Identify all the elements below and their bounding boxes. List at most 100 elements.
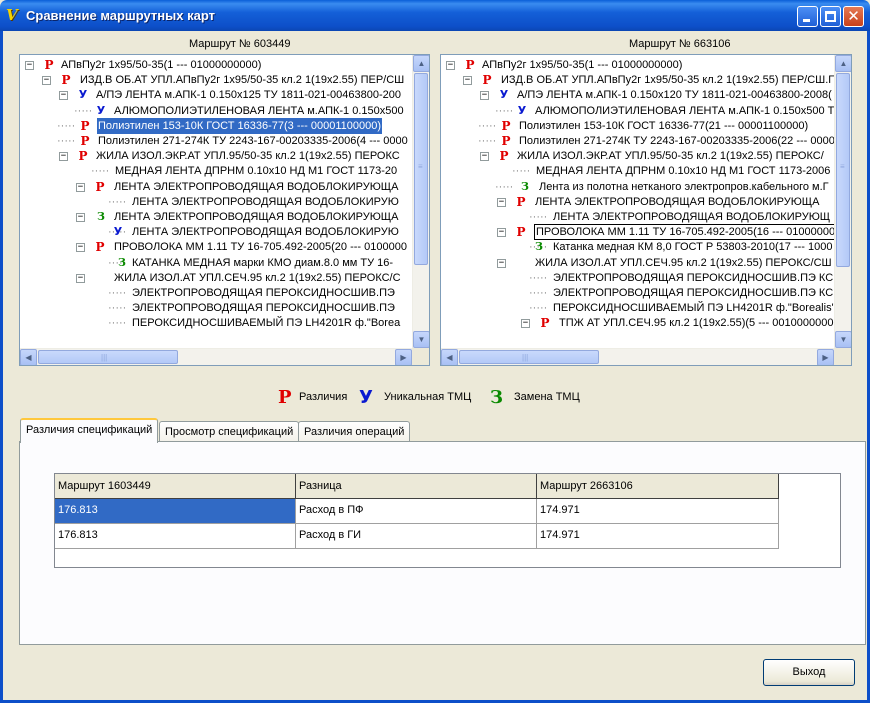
differences-grid[interactable]: Маршрут 1603449 Разница Маршрут 2663106 …	[54, 473, 841, 568]
tree-node[interactable]: ····· P Полиэтилен 271-274К ТУ 2243-167-00…	[441, 133, 834, 149]
collapse-toggle-icon[interactable]: −	[446, 61, 455, 70]
tree-node[interactable]: ····· МЕДНАЯ ЛЕНТА ДПРНМ 0.10х10 НД М1 ГО…	[20, 163, 412, 179]
tree-node-label[interactable]: ЖИЛА ИЗОЛ.ЭКР.АТ УПЛ.95/50-35 кл.2 1(19х…	[95, 148, 401, 164]
tree-node[interactable]: − P ПРОВОЛОКА ММ 1.11 ТУ 16-705.492-2005(1…	[441, 224, 834, 241]
tree-node[interactable]: ····· ЛЕНТА ЭЛЕКТРОПРОВОДЯЩАЯ ВОДОБЛОКИРУ…	[20, 194, 412, 210]
exit-button[interactable]: Выход	[763, 659, 855, 686]
tree-node-label[interactable]: АПвПу2г 1х95/50-35(1 --- 01000000000)	[60, 57, 262, 73]
right-tree-vscrollbar[interactable]: ▲ ≡ ▼	[834, 55, 851, 348]
tree-node[interactable]: − P ПРОВОЛОКА ММ 1.11 ТУ 16-705.492-2005(2…	[20, 239, 412, 255]
collapse-toggle-icon[interactable]: −	[42, 76, 51, 86]
tree-node-label[interactable]: ЛЕНТА ЭЛЕКТРОПРОВОДЯЩАЯ ВОДОБЛОКИРУЮ	[131, 224, 400, 240]
left-route-tree[interactable]: − P АПвПу2г 1х95/50-35(1 --- 01000000000) −…	[19, 54, 430, 366]
tree-node-label[interactable]: Полиэтилен 271-274К ТУ 2243-167-00203335…	[97, 133, 409, 149]
tree-node-label[interactable]: АЛЮМОПОЛИЭТИЛЕНОВАЯ ЛЕНТА м.АПК-1 0.150х…	[113, 103, 405, 119]
left-tree-body[interactable]: − P АПвПу2г 1х95/50-35(1 --- 01000000000) −…	[20, 55, 412, 348]
tree-node-label[interactable]: ЖИЛА ИЗОЛ.ЭКР.АТ УПЛ.95/50-35 кл.2 1(19х…	[516, 148, 825, 164]
tree-node-label[interactable]: ЭЛЕКТРОПРОВОДЯЩАЯ ПЕРОКСИДНОСШИВ.ПЭ КС	[552, 285, 834, 301]
tree-node-label[interactable]: ИЗД.В ОБ.АТ УПЛ.АПвПу2г 1х95/50-35 кл.2 …	[500, 72, 834, 88]
tree-node-label[interactable]: АЛЮМОПОЛИЭТИЛЕНОВАЯ ЛЕНТА м.АПК-1 0.150х…	[534, 103, 834, 119]
tree-node[interactable]: − P ИЗД.В ОБ.АТ УПЛ.АПвПу2г 1х95/50-35 кл.…	[441, 72, 834, 88]
tree-node[interactable]: ····· МЕДНАЯ ЛЕНТА ДПРНМ 0.10х10 НД М1 ГО…	[441, 163, 834, 179]
grid-cell[interactable]: 174.971	[537, 499, 779, 524]
close-button[interactable]: ✕	[843, 6, 864, 27]
collapse-toggle-icon[interactable]: −	[76, 182, 85, 192]
tree-node[interactable]: − P ЖИЛА ИЗОЛ.ЭКР.АТ УПЛ.95/50-35 кл.2 1(1…	[441, 148, 834, 164]
collapse-toggle-icon[interactable]: −	[497, 258, 506, 268]
tree-node[interactable]: ····· У ЛЕНТА ЭЛЕКТРОПРОВОДЯЩАЯ ВОДОБЛОКИР…	[20, 224, 412, 240]
scroll-thumb[interactable]: ≡	[836, 73, 850, 267]
collapse-toggle-icon[interactable]: −	[76, 213, 85, 222]
tree-node[interactable]: ····· У АЛЮМОПОЛИЭТИЛЕНОВАЯ ЛЕНТА м.АПК-1 …	[20, 103, 412, 119]
tree-node-label[interactable]: ЭЛЕКТРОПРОВОДЯЩАЯ ПЕРОКСИДНОСШИВ.ПЭ	[131, 300, 396, 316]
collapse-toggle-icon[interactable]: −	[25, 61, 34, 70]
tree-node[interactable]: ····· P Полиэтилен 153-10К ГОСТ 16336-77(3…	[20, 116, 412, 135]
collapse-toggle-icon[interactable]: −	[463, 76, 472, 86]
scroll-right-button[interactable]: ▶	[817, 349, 834, 365]
tree-node-label[interactable]: ИЗД.В ОБ.АТ УПЛ.АПвПу2г 1х95/50-35 кл.2 …	[79, 72, 405, 88]
tree-node-label[interactable]: А/ПЭ ЛЕНТА м.АПК-1 0.150х125 ТУ 1811-021…	[95, 87, 402, 103]
tree-node-label[interactable]: ЛЕНТА ЭЛЕКТРОПРОВОДЯЩАЯ ВОДОБЛОКИРУЮЩА	[113, 179, 399, 195]
grid-cell[interactable]: 176.813	[55, 499, 296, 524]
tree-node-label[interactable]: АПвПу2г 1х95/50-35(1 --- 01000000000)	[481, 57, 683, 73]
tree-node-label[interactable]: ПРОВОЛОКА ММ 1.11 ТУ 16-705.492-2005(16 …	[534, 224, 834, 241]
tree-node[interactable]: − P ЛЕНТА ЭЛЕКТРОПРОВОДЯЩАЯ ВОДОБЛОКИРУЮЩА	[20, 179, 412, 195]
tree-node-label[interactable]: МЕДНАЯ ЛЕНТА ДПРНМ 0.10х10 НД М1 ГОСТ 11…	[114, 163, 398, 179]
scroll-left-button[interactable]: ◀	[20, 349, 37, 365]
scroll-thumb[interactable]: ≡	[414, 73, 428, 265]
tree-node-label[interactable]: ЖИЛА ИЗОЛ.АТ УПЛ.СЕЧ.95 кл.2 1(19х2.55) …	[113, 270, 402, 286]
tree-node-label[interactable]: А/ПЭ ЛЕНТА м.АПК-1 0.150х120 ТУ 1811-021…	[516, 87, 833, 103]
tree-node-label[interactable]: ПРОВОЛОКА ММ 1.11 ТУ 16-705.492-2005(20 …	[113, 239, 408, 255]
scroll-up-button[interactable]: ▲	[413, 55, 429, 72]
grid-cell[interactable]: 174.971	[537, 524, 779, 549]
tree-node[interactable]: − У А/ПЭ ЛЕНТА м.АПК-1 0.150х120 ТУ 1811-0…	[441, 87, 834, 103]
tree-node-label[interactable]: ЛЕНТА ЭЛЕКТРОПРОВОДЯЩАЯ ВОДОБЛОКИРУЮ	[131, 194, 400, 210]
tree-node[interactable]: ····· ЭЛЕКТРОПРОВОДЯЩАЯ ПЕРОКСИДНОСШИВ.ПЭ…	[441, 270, 834, 286]
scroll-up-button[interactable]: ▲	[835, 55, 851, 72]
left-tree-hscrollbar[interactable]: ◀ ||| ▶	[20, 348, 412, 365]
left-tree-vscrollbar[interactable]: ▲ ≡ ▼	[412, 55, 429, 348]
tree-node[interactable]: ····· ЭЛЕКТРОПРОВОДЯЩАЯ ПЕРОКСИДНОСШИВ.ПЭ	[20, 285, 412, 301]
tree-node[interactable]: ····· У АЛЮМОПОЛИЭТИЛЕНОВАЯ ЛЕНТА м.АПК-1 …	[441, 103, 834, 119]
maximize-button[interactable]	[820, 6, 841, 27]
grid-cell[interactable]: 176.813	[55, 524, 296, 549]
tree-node-label[interactable]: ЭЛЕКТРОПРОВОДЯЩАЯ ПЕРОКСИДНОСШИВ.ПЭ	[131, 285, 396, 301]
tree-node-label[interactable]: Полиэтилен 271-274К ТУ 2243-167-00203335…	[518, 133, 834, 149]
tree-node[interactable]: − P АПвПу2г 1х95/50-35(1 --- 01000000000)	[441, 57, 834, 73]
tree-node[interactable]: ····· P Полиэтилен 271-274К ТУ 2243-167-00…	[20, 133, 412, 149]
scroll-down-button[interactable]: ▼	[413, 331, 429, 348]
tree-node-label[interactable]: ЭЛЕКТРОПРОВОДЯЩАЯ ПЕРОКСИДНОСШИВ.ПЭ КС	[552, 270, 834, 286]
tree-node[interactable]: ····· ПЕРОКСИДНОСШИВАЕМЫЙ ПЭ LH4201R ф."B…	[441, 300, 834, 316]
right-tree-hscrollbar[interactable]: ◀ ||| ▶	[441, 348, 834, 365]
grid-cell[interactable]: Расход в ПФ	[296, 499, 537, 524]
tree-node-label[interactable]: КАТАНКА МЕДНАЯ марки КМО диам.8.0 мм ТУ …	[131, 255, 394, 271]
right-route-tree[interactable]: − P АПвПу2г 1х95/50-35(1 --- 01000000000) −…	[440, 54, 852, 366]
tree-node[interactable]: − P ТПЖ АТ УПЛ.СЕЧ.95 кл.2 1(19х2.55)(5 --…	[441, 315, 834, 331]
tree-node[interactable]: ····· З КАТАНКА МЕДНАЯ марки КМО диам.8.0 …	[20, 255, 412, 271]
tab-spec-differences[interactable]: Различия спецификаций	[20, 418, 159, 443]
tree-node[interactable]: ····· P Полиэтилен 153-10К ГОСТ 16336-77(2…	[441, 118, 834, 134]
tree-node[interactable]: ····· З Катанка медная КМ 8,0 ГОСТ Р 53803…	[441, 239, 834, 255]
grid-cell[interactable]: Расход в ГИ	[296, 524, 537, 549]
tree-node-label[interactable]: ПЕРОКСИДНОСШИВАЕМЫЙ ПЭ LH4201R ф."Borea	[131, 315, 401, 331]
tree-node-label[interactable]: Лента из полотна нетканого электропров.к…	[538, 179, 830, 195]
scroll-left-button[interactable]: ◀	[441, 349, 458, 365]
scroll-thumb-horizontal[interactable]: |||	[459, 350, 599, 364]
tab-spec-view[interactable]: Просмотр спецификаций	[159, 421, 300, 442]
collapse-toggle-icon[interactable]: −	[480, 152, 489, 162]
tree-node[interactable]: ····· ПЕРОКСИДНОСШИВАЕМЫЙ ПЭ LH4201R ф."B…	[20, 315, 412, 331]
collapse-toggle-icon[interactable]: −	[521, 319, 530, 329]
tree-node[interactable]: ····· ЛЕНТА ЭЛЕКТРОПРОВОДЯЩАЯ ВОДОБЛОКИРУ…	[441, 209, 834, 225]
scroll-down-button[interactable]: ▼	[835, 331, 851, 348]
tree-node-label[interactable]: ЛЕНТА ЭЛЕКТРОПРОВОДЯЩАЯ ВОДОБЛОКИРУЮЩ	[552, 209, 831, 225]
tab-operation-differences[interactable]: Различия операций	[298, 421, 411, 442]
grid-column-header[interactable]: Маршрут 2663106	[537, 474, 779, 499]
tree-node[interactable]: − P ЛЕНТА ЭЛЕКТРОПРОВОДЯЩАЯ ВОДОБЛОКИРУЮЩА	[441, 194, 834, 210]
tree-node[interactable]: − ЖИЛА ИЗОЛ.АТ УПЛ.СЕЧ.95 кл.2 1(19х2.55)…	[20, 270, 412, 286]
collapse-toggle-icon[interactable]: −	[59, 152, 68, 162]
collapse-toggle-icon[interactable]: −	[497, 197, 506, 207]
scroll-right-button[interactable]: ▶	[395, 349, 412, 365]
tree-node-label[interactable]: Катанка медная КМ 8,0 ГОСТ Р 53803-2010(…	[552, 239, 834, 255]
tree-node-label[interactable]: ТПЖ АТ УПЛ.СЕЧ.95 кл.2 1(19х2.55)(5 --- …	[558, 315, 834, 331]
tree-node-label[interactable]: ЛЕНТА ЭЛЕКТРОПРОВОДЯЩАЯ ВОДОБЛОКИРУЮЩА	[113, 209, 399, 225]
